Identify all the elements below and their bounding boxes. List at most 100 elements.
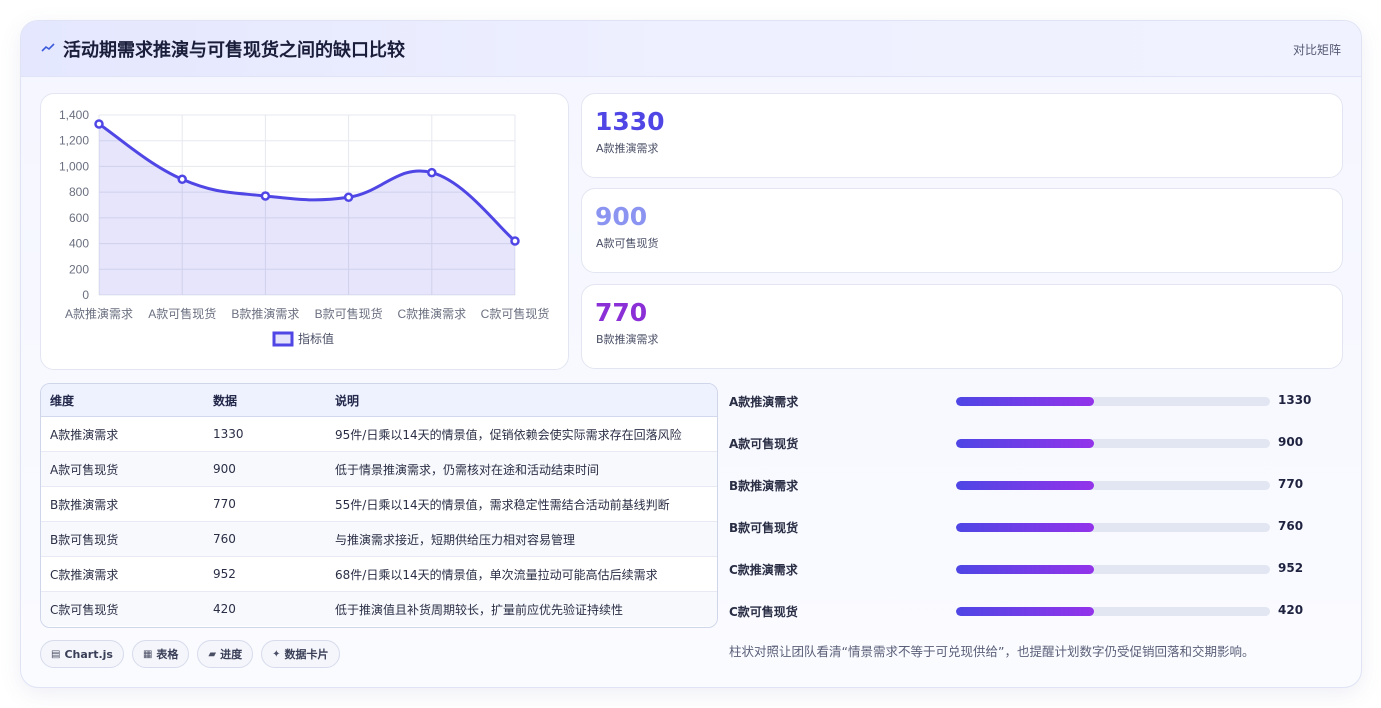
table-row: C款可售现货 420 低于推演值且补货周期较长，扩量前应优先验证持续性 — [41, 591, 717, 626]
kpi-value: 900 — [595, 202, 648, 231]
table-cell: C款可售现货 — [50, 602, 119, 617]
data-table: 维度 数据 说明 A款推演需求 1330 95件/日乘以14天的情景值，促销依赖… — [41, 384, 717, 626]
progress-row: A款推演需求 1330 — [729, 390, 1329, 410]
x-tick-label: C款可售现货 — [481, 306, 550, 321]
table-row: A款可售现货 900 低于情景推演需求，仍需核对在途和活动结束时间 — [41, 451, 717, 487]
y-tick-label: 0 — [82, 288, 89, 302]
table-row: B款可售现货 760 与推演需求接近，短期供给压力相对容易管理 — [41, 521, 717, 557]
line-area-chart: 0 200 400 600 800 1,000 1,200 1,400 A款推演需求 A款可售现货… — [59, 108, 550, 347]
progress-value: 770 — [1278, 477, 1304, 491]
table-cell: 420 — [213, 602, 236, 616]
progress-label: A款推演需求 — [729, 395, 799, 409]
table-cell: 68件/日乘以14天的情景值，单次流量拉动可能高估后续需求 — [326, 556, 717, 592]
table-cell: 低于情景推演需求，仍需核对在途和活动结束时间 — [326, 451, 717, 487]
kpi-card-a-stock: 900 A款可售现货 — [581, 188, 1343, 273]
y-tick-label: 600 — [69, 211, 89, 225]
kpi-label: A款可售现货 — [596, 237, 659, 250]
y-tick-label: 1,400 — [59, 108, 89, 122]
x-tick-label: B款推演需求 — [231, 306, 299, 321]
progress-track — [956, 439, 1270, 448]
insight-note: 柱状对照让团队看清“情景需求不等于可兑现供给”，也提醒计划数字仍受促销回落和交期… — [729, 644, 1255, 659]
table-cell: 760 — [204, 521, 326, 557]
compare-matrix-link[interactable]: 对比矩阵 — [1293, 41, 1341, 58]
table-header-row: 维度 数据 说明 — [41, 384, 717, 417]
data-point — [427, 167, 437, 178]
chip-label: 表格 — [156, 648, 179, 661]
progress-icon: ▰ — [208, 648, 217, 660]
table-cell: 1330 — [204, 416, 326, 452]
panel-header: 活动期需求推演与可售现货之间的缺口比较 对比矩阵 — [21, 21, 1361, 77]
progress-label: B款可售现货 — [729, 521, 799, 535]
progress-value: 900 — [1278, 435, 1304, 449]
data-point — [94, 119, 104, 129]
table-cell: 55件/日乘以14天的情景值，需求稳定性需结合活动前基线判断 — [326, 486, 717, 522]
table-header: 维度 — [41, 384, 204, 417]
table-cell: C款推演需求 — [41, 556, 204, 592]
y-tick-label: 400 — [69, 237, 89, 251]
progress-row: A款可售现货 900 — [729, 432, 1329, 452]
progress-row: C款可售现货 420 — [729, 600, 1329, 620]
progress-fill — [956, 565, 1095, 574]
progress-label: A款可售现货 — [729, 437, 799, 451]
progress-value: 760 — [1278, 519, 1304, 533]
table-cell: B款推演需求 — [41, 486, 204, 522]
data-point — [343, 192, 354, 203]
data-point — [260, 191, 271, 201]
y-tick-label: 200 — [69, 262, 89, 276]
comparison-panel: 活动期需求推演与可售现货之间的缺口比较 对比矩阵 0 200 400 600 800 1,… — [20, 20, 1362, 688]
progress-row: B款可售现货 760 — [729, 516, 1329, 536]
data-point — [177, 174, 187, 185]
table-cell: A款推演需求 — [41, 416, 204, 452]
table-row: B款推演需求 770 55件/日乘以14天的情景值，需求稳定性需结合活动前基线判… — [41, 486, 717, 522]
kpi-value: 770 — [595, 298, 648, 327]
table-cell: 900 — [204, 451, 326, 487]
table-cell: 低于推演值且补货周期较长，扩量前应优先验证持续性 — [335, 602, 624, 617]
chip-chartjs[interactable]: ▤ Chart.js — [40, 640, 124, 668]
table-header: 说明 — [326, 384, 717, 417]
y-tick-label: 1,200 — [59, 134, 89, 148]
kpi-card-a-demand: 1330 A款推演需求 — [581, 93, 1343, 178]
progress-track — [956, 523, 1270, 532]
kpi-card-b-demand: 770 B款推演需求 — [581, 284, 1343, 369]
chip-label: 进度 — [220, 648, 243, 661]
series-area — [99, 124, 515, 295]
kpi-value: 1330 — [595, 107, 665, 136]
progress-label: B款推演需求 — [729, 479, 799, 493]
chip-label: Chart.js — [64, 647, 113, 661]
progress-label: C款可售现货 — [729, 605, 798, 619]
progress-track — [956, 481, 1270, 490]
progress-fill — [956, 439, 1095, 448]
page-title: 活动期需求推演与可售现货之间的缺口比较 — [63, 40, 405, 61]
kpi-label: B款推演需求 — [596, 333, 659, 346]
data-table-card: 维度 数据 说明 A款推演需求 1330 95件/日乘以14天的情景值，促销依赖… — [40, 383, 718, 628]
progress-fill — [956, 397, 1095, 406]
y-tick-label: 1,000 — [59, 159, 89, 173]
progress-fill — [956, 523, 1095, 532]
progress-track — [956, 607, 1270, 616]
progress-fill — [956, 481, 1095, 490]
progress-row: C款推演需求 952 — [729, 558, 1329, 578]
chart-icon: ▤ — [51, 648, 61, 660]
table-cell: B款可售现货 — [41, 521, 204, 557]
table-header: 数据 — [204, 384, 326, 417]
chip-table[interactable]: ▦ 表格 — [131, 640, 190, 668]
table-row: C款推演需求 952 68件/日乘以14天的情景值，单次流量拉动可能高估后续需求 — [41, 556, 717, 592]
chip-progress[interactable]: ▰ 进度 — [197, 640, 254, 668]
data-point — [510, 236, 520, 246]
sparkle-icon: ✦ — [272, 648, 281, 660]
x-tick-label: B款可售现货 — [315, 306, 383, 321]
y-tick-label: 800 — [69, 185, 89, 199]
table-icon: ▦ — [142, 648, 153, 660]
table-cell: 952 — [204, 556, 326, 592]
table-cell: 770 — [204, 486, 326, 522]
chip-data-card[interactable]: ✦ 数据卡片 — [261, 640, 340, 668]
table-row: A款推演需求 1330 95件/日乘以14天的情景值，促销依赖会使实际需求存在回… — [41, 416, 717, 452]
legend-swatch — [272, 331, 294, 347]
x-tick-label: C款推演需求 — [397, 306, 466, 321]
progress-value: 952 — [1278, 561, 1304, 575]
progress-fill — [956, 607, 1095, 616]
tech-chips: ▤ Chart.js ▦ 表格 ▰ 进度 ✦ 数据卡片 — [40, 640, 340, 668]
progress-track — [956, 565, 1270, 574]
progress-label: C款推演需求 — [729, 563, 798, 577]
progress-value: 420 — [1278, 603, 1304, 617]
